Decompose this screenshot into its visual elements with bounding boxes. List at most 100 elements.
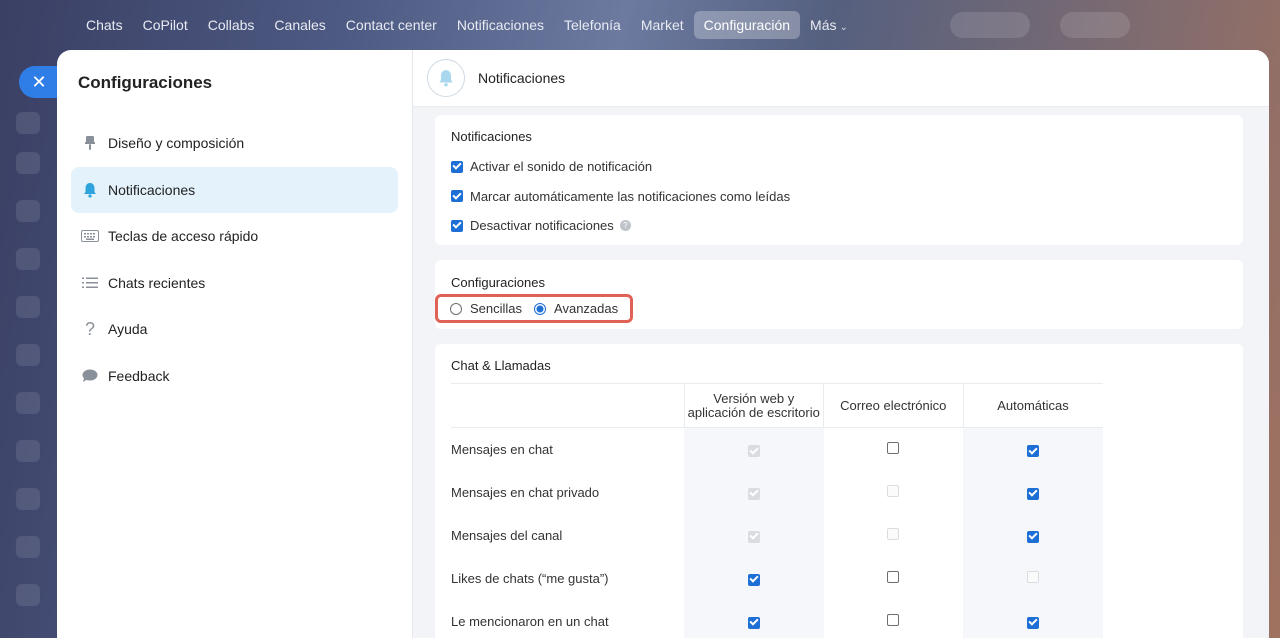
checkbox[interactable] bbox=[451, 190, 463, 203]
sidebar-item-label: Diseño y composición bbox=[108, 135, 245, 151]
checkbox[interactable] bbox=[1026, 445, 1039, 457]
checkbox bbox=[887, 527, 900, 540]
radio-advanced-label[interactable]: Avanzadas bbox=[554, 301, 618, 316]
rail-icon bbox=[16, 584, 40, 606]
option-disable[interactable]: Desactivar notificaciones? bbox=[451, 211, 1227, 241]
close-icon: ✕ bbox=[31, 71, 47, 92]
sidebar-item-help[interactable]: ? Ayuda bbox=[71, 306, 398, 352]
table-row: Mensajes en chat privado bbox=[451, 470, 1103, 514]
nav-mas[interactable]: Más ⌄ bbox=[800, 11, 858, 39]
checkbox[interactable] bbox=[887, 613, 900, 626]
page-title: Notificaciones bbox=[478, 70, 566, 86]
radio-simple-label[interactable]: Sencillas bbox=[470, 301, 522, 316]
sidebar-item-label: Teclas de acceso rápido bbox=[108, 228, 259, 244]
rail-icon bbox=[16, 248, 40, 270]
rail-icon bbox=[16, 200, 40, 222]
chevron-down-icon: ⌄ bbox=[839, 22, 848, 33]
rail-icon bbox=[16, 440, 40, 462]
sidebar-title: Configuraciones bbox=[78, 73, 213, 92]
brush-icon bbox=[80, 133, 100, 153]
nav-copilot[interactable]: CoPilot bbox=[133, 11, 198, 39]
option-auto-read[interactable]: Marcar automáticamente las notificacione… bbox=[451, 182, 1227, 212]
rail-icon bbox=[16, 112, 40, 134]
option-label: Desactivar notificaciones bbox=[470, 218, 614, 234]
row-label: Mensajes en chat privado bbox=[451, 484, 600, 500]
checkbox[interactable] bbox=[887, 570, 900, 583]
bell-icon bbox=[80, 180, 100, 200]
settings-mode-card: Configuraciones Sencillas Avanzadas bbox=[435, 260, 1243, 329]
column-automatic: Automáticas bbox=[962, 383, 1103, 428]
nav-configuracion[interactable]: Configuración bbox=[693, 11, 801, 39]
notification-matrix: Versión web y aplicación de escritorio C… bbox=[451, 383, 1103, 638]
rail-icon bbox=[16, 392, 40, 414]
checkbox[interactable] bbox=[747, 573, 760, 586]
nav-collabs[interactable]: Collabs bbox=[198, 11, 265, 39]
option-sound[interactable]: Activar el sonido de notificación bbox=[451, 152, 1227, 182]
sidebar-item-label: Notificaciones bbox=[108, 181, 196, 198]
sidebar-item-shortcuts[interactable]: Teclas de acceso rápido bbox=[71, 213, 398, 259]
table-row: Mensajes del canal bbox=[451, 513, 1103, 557]
nav-chats[interactable]: Chats bbox=[76, 11, 133, 39]
checkbox bbox=[887, 484, 900, 497]
sidebar-item-design[interactable]: Diseño y composición bbox=[71, 120, 398, 166]
left-rail bbox=[0, 60, 56, 638]
card-title: Configuraciones bbox=[451, 275, 545, 290]
nav-market[interactable]: Market bbox=[631, 11, 694, 39]
radio-advanced[interactable] bbox=[534, 302, 547, 315]
notifications-card: Notificaciones Activar el sonido de noti… bbox=[435, 115, 1243, 245]
help-icon[interactable]: ? bbox=[619, 220, 631, 232]
row-label: Mensajes del canal bbox=[451, 527, 563, 543]
card-title: Notificaciones bbox=[451, 129, 532, 144]
option-label: Marcar automáticamente las notificacione… bbox=[470, 188, 791, 204]
rail-icon bbox=[16, 152, 40, 174]
table-row: Likes de chats (“me gusta”) bbox=[451, 556, 1103, 600]
nav-canales[interactable]: Canales bbox=[264, 11, 335, 39]
chat-calls-card: Chat & Llamadas Versión web y aplicación… bbox=[435, 344, 1243, 638]
table-row: Le mencionaron en un chat bbox=[451, 599, 1103, 638]
sidebar-item-notifications[interactable]: Notificaciones bbox=[71, 166, 398, 213]
row-label: Mensajes en chat bbox=[451, 441, 553, 457]
list-icon bbox=[80, 273, 100, 293]
row-label: Le mencionaron en un chat bbox=[451, 613, 609, 629]
checkbox[interactable] bbox=[1026, 616, 1039, 629]
question-icon: ? bbox=[84, 318, 95, 339]
rail-icon bbox=[16, 488, 40, 510]
keyboard-icon bbox=[80, 226, 100, 246]
nav-notificaciones[interactable]: Notificaciones bbox=[447, 11, 554, 39]
checkbox bbox=[747, 445, 760, 457]
settings-content: Notificaciones Notificaciones Activar el… bbox=[413, 50, 1269, 638]
nav-mas-label: Más bbox=[810, 17, 837, 33]
nav-telefonia[interactable]: Telefonía bbox=[554, 11, 631, 39]
table-header-row: Versión web y aplicación de escritorio C… bbox=[451, 383, 1103, 428]
checkbox[interactable] bbox=[451, 219, 463, 232]
sidebar-item-recent-chats[interactable]: Chats recientes bbox=[71, 260, 398, 306]
chat-bubble-icon bbox=[80, 366, 100, 386]
sidebar-item-label: Ayuda bbox=[108, 321, 148, 337]
row-label: Likes de chats (“me gusta”) bbox=[451, 570, 609, 586]
sidebar-item-label: Feedback bbox=[108, 367, 170, 384]
checkbox[interactable] bbox=[887, 441, 900, 454]
column-web-desktop: Versión web y aplicación de escritorio bbox=[683, 383, 824, 428]
sidebar-item-feedback[interactable]: Feedback bbox=[71, 353, 398, 399]
sidebar-item-label: Chats recientes bbox=[108, 274, 206, 291]
checkbox bbox=[747, 487, 760, 500]
rail-icon bbox=[16, 296, 40, 318]
settings-panel: Configuraciones Diseño y composición Not… bbox=[57, 50, 1269, 638]
table-header-blank bbox=[451, 383, 684, 428]
checkbox[interactable] bbox=[451, 160, 463, 173]
card-title: Chat & Llamadas bbox=[451, 358, 551, 373]
checkbox[interactable] bbox=[1026, 487, 1039, 500]
table-row: Mensajes en chat bbox=[451, 427, 1103, 471]
settings-sidebar: Configuraciones Diseño y composición Not… bbox=[57, 50, 413, 638]
checkbox bbox=[1026, 570, 1039, 583]
close-button[interactable]: ✕ bbox=[19, 66, 59, 98]
settings-mode-radio-group: Sencillas Avanzadas bbox=[435, 294, 634, 323]
column-email: Correo electrónico bbox=[823, 383, 963, 428]
checkbox[interactable] bbox=[1026, 530, 1039, 543]
option-label: Activar el sonido de notificación bbox=[470, 159, 653, 175]
nav-contact-center[interactable]: Contact center bbox=[336, 11, 447, 39]
radio-simple[interactable] bbox=[450, 302, 462, 315]
checkbox[interactable] bbox=[747, 616, 760, 629]
checkbox bbox=[747, 530, 760, 543]
rail-icon bbox=[16, 344, 40, 366]
